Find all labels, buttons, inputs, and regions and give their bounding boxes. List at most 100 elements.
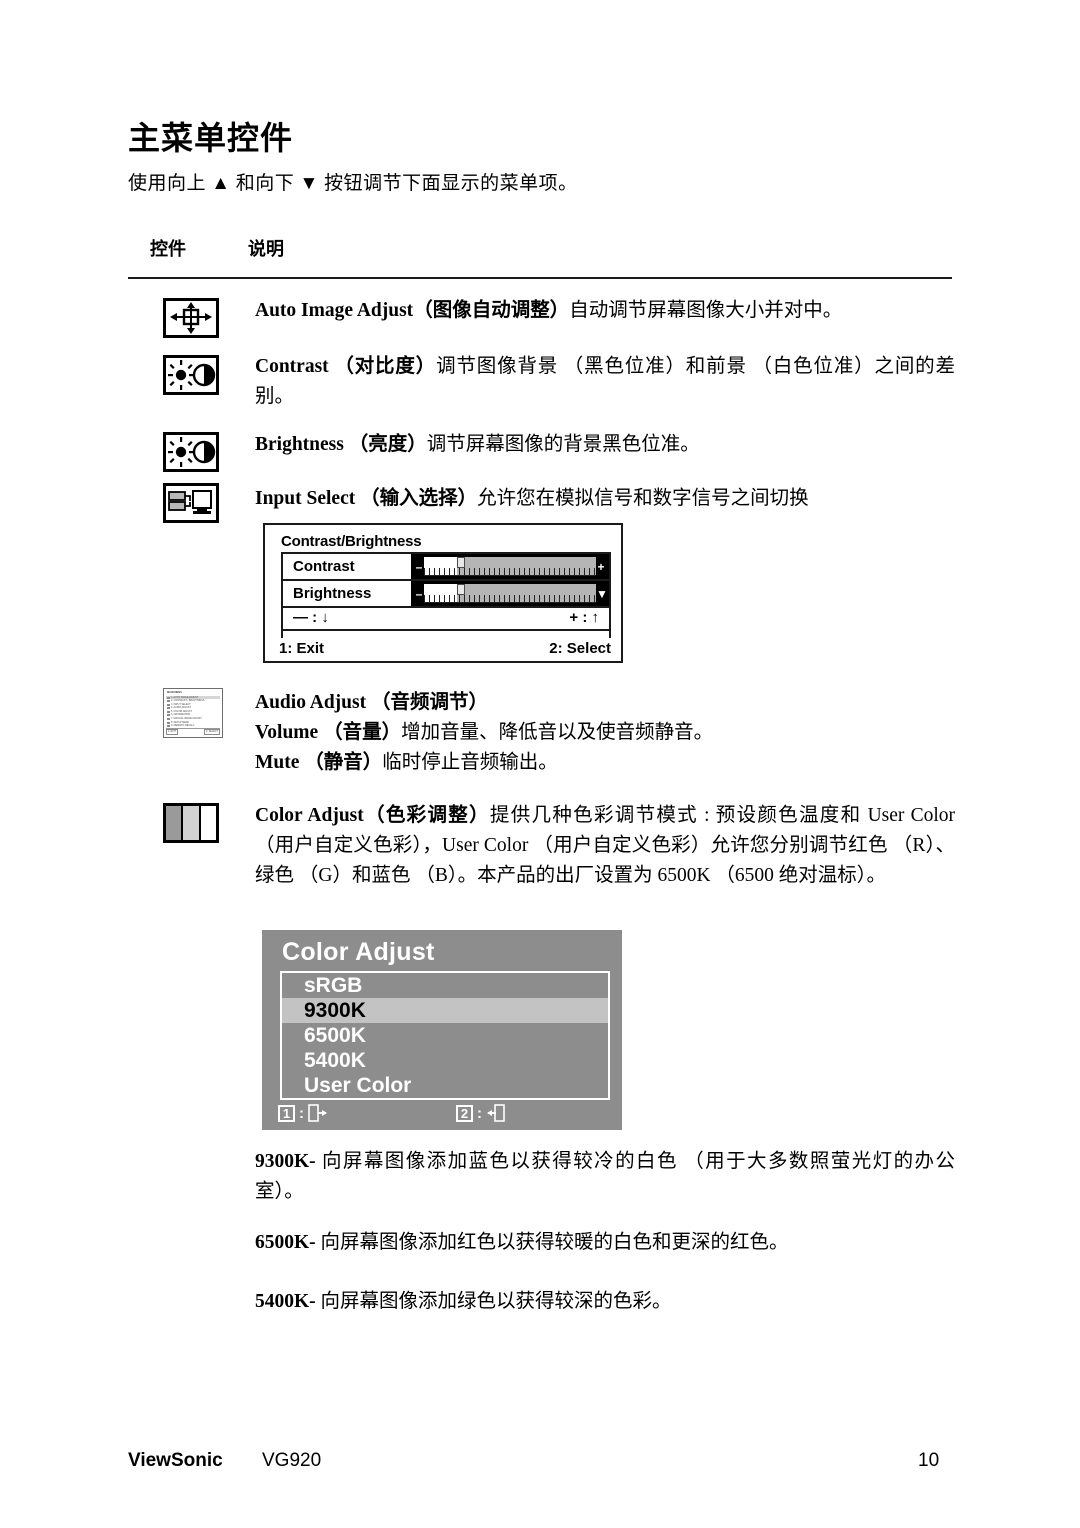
row-color-adjust: Color Adjust（色彩调整）提供几种色彩调节模式 : 预设颜色温度和 U… [255,801,955,891]
slider-tick-baseline [424,575,596,576]
term-cn-auto-image-adjust: （图像自动调整） [413,300,570,321]
key-label-1: 1 [278,1104,295,1122]
desc-auto-image-adjust: 自动调节屏幕图像大小并对中。 [569,300,843,321]
note-desc-9300k: 向屏幕图像添加蓝色以获得较冷的白色 （用于大多数照萤光灯的办公室）。 [255,1151,955,1202]
desc-input-select: 允许您在模拟信号和数字信号之间切换 [477,488,809,509]
slider-track[interactable] [424,557,596,576]
audio-adjust-heading: Audio Adjust （音频调节） [255,688,955,718]
note-term-5400k: 5400K- [255,1291,316,1312]
color-bar-light [200,806,216,840]
row-audio-adjust: Audio Adjust （音频调节） Volume （音量）增加音量、降低音以… [255,688,955,778]
term-cn-volume: （音量） [323,722,402,743]
term-cn-audio-adjust: （音频调节） [370,692,488,713]
slider-handle[interactable] [456,557,465,568]
note-desc-6500k: 向屏幕图像添加红色以获得较暖的白色和更深的红色。 [320,1232,789,1253]
color-bar-dark [166,806,184,840]
key-label-2: 2 [456,1104,473,1122]
thumb-title: MAIN MENU [167,691,182,694]
osd-color-adjust: Color Adjust sRGB 9300K 6500K 5400K User… [262,930,622,1130]
footer-key-2: 2 : [456,1104,506,1122]
osd-item-user-color[interactable]: User Color [282,1073,608,1098]
osd-item-6500k[interactable]: 6500K [282,1023,608,1048]
note-5400k: 5400K- 向屏幕图像添加绿色以获得较深的色彩。 [255,1287,955,1317]
footer-brand: ViewSonic [128,1450,223,1471]
note-term-6500k: 6500K- [255,1232,316,1253]
osd-footer-select: 2: Select [549,640,611,657]
osd-row-contrast[interactable]: Contrast – + [283,554,609,581]
header-divider [128,277,952,279]
page-title: 主菜单控件 [128,120,294,156]
term-cn-color-adjust: （色彩调整） [363,805,490,826]
term-volume: Volume [255,722,319,743]
osd-item-9300k[interactable]: 9300K [282,998,608,1023]
column-header-description: 说明 [248,239,284,259]
enter-icon [487,1104,505,1122]
input-select-icon [163,483,219,523]
term-audio-adjust: Audio Adjust [255,692,367,713]
osd-item-srgb[interactable]: sRGB [282,973,608,998]
osd-key-hints: — : ↓ + : ↑ [281,605,611,631]
minus-sign: – [415,559,423,574]
slider-tick-baseline [424,602,596,603]
minus-sign: – [415,586,423,601]
desc-mute: 临时停止音频输出。 [382,752,558,773]
term-cn-brightness: （亮度） [348,434,427,455]
osd-contrast-brightness: Contrast/Brightness Contrast – + Brightn… [263,523,623,663]
thumb-footer-exit: 1: EXIT [166,729,178,735]
thumb-list: 1. AUTO IMAGE ADJUST 2. CONTRAST / BRIGH… [166,695,220,728]
key-hint-plus: + : ↑ [569,608,599,626]
color-bar-mid [183,806,201,840]
osd-footer: 1: Exit 2: Select [279,640,611,657]
note-9300k: 9300K- 向屏幕图像添加蓝色以获得较冷的白色 （用于大多数照萤光灯的办公室）… [255,1147,955,1207]
page-number: 10 [918,1450,940,1471]
row-auto-image-adjust: Auto Image Adjust（图像自动调整）自动调节屏幕图像大小并对中。 [255,296,955,326]
key-hint-minus: — : ↓ [293,608,329,626]
exit-icon [308,1104,327,1122]
term-mute: Mute [255,752,300,773]
osd-color-adjust-list: sRGB 9300K 6500K 5400K User Color [280,971,610,1100]
row-brightness: Brightness （亮度）调节屏幕图像的背景黑色位准。 [255,430,955,460]
slider-track[interactable] [424,584,596,603]
color-bars-icon [163,803,219,843]
key-separator: : [299,1104,304,1122]
footer-key-1: 1 : [278,1104,328,1122]
plus-sign: + [597,559,605,574]
term-color-adjust: Color Adjust [255,805,364,826]
note-desc-5400k: 向屏幕图像添加绿色以获得较深的色彩。 [320,1291,672,1312]
brightness-slider[interactable]: – ▼ [411,581,609,606]
term-auto-image-adjust: Auto Image Adjust [255,300,414,321]
chevron-down-icon: ▼ [596,586,608,601]
osd-color-adjust-footer: 1 : 2 : [278,1104,622,1122]
audio-adjust-mute: Mute （静音）临时停止音频输出。 [255,748,955,778]
audio-adjust-volume: Volume （音量）增加音量、降低音以及使音频静音。 [255,718,955,748]
footer-model: VG920 [262,1450,322,1471]
osd-label-brightness: Brightness [293,585,372,602]
page-subtitle: 使用向上 ▲ 和向下 ▼ 按钮调节下面显示的菜单项。 [128,173,578,194]
note-term-9300k: 9300K- [255,1151,316,1172]
row-input-select: Input Select （输入选择）允许您在模拟信号和数字信号之间切换 [255,484,955,514]
desc-volume: 增加音量、降低音以及使音频静音。 [401,722,714,743]
term-contrast: Contrast [255,356,329,377]
term-cn-input-select: （输入选择） [360,488,478,509]
term-cn-mute: （静音） [304,752,383,773]
contrast-slider[interactable]: – + [411,554,609,579]
thumb-footer: 1: EXIT 2: SELECT [166,728,220,735]
brightness-icon [163,432,219,472]
term-cn-contrast: （对比度） [334,356,437,377]
key-separator: : [477,1104,482,1122]
osd-row-brightness[interactable]: Brightness – ▼ [283,581,609,608]
slider-handle[interactable] [456,584,465,595]
contrast-icon [163,355,219,395]
auto-image-adjust-icon [163,298,219,338]
note-6500k: 6500K- 向屏幕图像添加红色以获得较暖的白色和更深的红色。 [255,1228,955,1258]
row-contrast: Contrast （对比度）调节图像背景 （黑色位准）和前景 （白色位准）之间的… [255,352,955,412]
term-brightness: Brightness [255,434,344,455]
desc-brightness: 调节屏幕图像的背景黑色位准。 [426,434,700,455]
osd-header: Contrast/Brightness [281,533,422,550]
thumb-footer-select: 2: SELECT [204,729,220,735]
osd-item-5400k[interactable]: 5400K [282,1048,608,1073]
osd-label-contrast: Contrast [293,558,355,575]
term-input-select: Input Select [255,488,356,509]
osd-color-adjust-title: Color Adjust [282,938,435,966]
manual-page: 主菜单控件 使用向上 ▲ 和向下 ▼ 按钮调节下面显示的菜单项。 控件 说明 A… [0,0,1080,1528]
